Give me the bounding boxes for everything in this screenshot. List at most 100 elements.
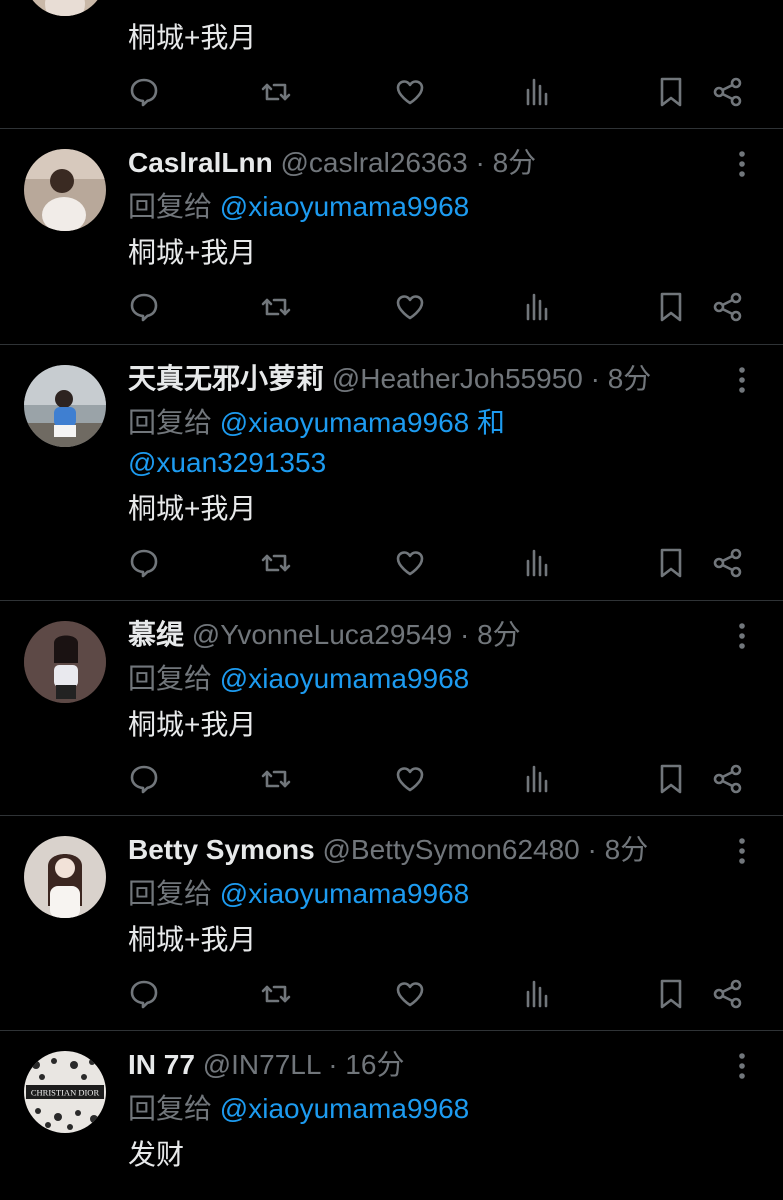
share-icon[interactable] [710, 976, 746, 1012]
reply-icon[interactable] [126, 289, 162, 325]
bookmark-icon[interactable] [653, 289, 689, 325]
action-bar [0, 74, 783, 114]
reply-item[interactable]: CHRISTIAN DIOR IN 77 @IN77LL · 16分 回复给 @… [0, 1031, 783, 1200]
reply-icon[interactable] [126, 976, 162, 1012]
mention-link[interactable]: @xiaoyumama9968 [220, 663, 469, 694]
like-icon[interactable] [392, 74, 428, 110]
retweet-icon[interactable] [258, 545, 294, 581]
bookmark-icon[interactable] [653, 976, 689, 1012]
separator: · [460, 619, 470, 650]
views-icon[interactable] [520, 976, 556, 1012]
display-name[interactable]: CaslralLnn [128, 147, 273, 178]
reply-text: 桐城+我月 [128, 493, 257, 524]
display-name[interactable]: 慕缇 [128, 619, 184, 650]
separator: · [590, 363, 600, 394]
timestamp[interactable]: 8分 [608, 363, 652, 394]
share-icon[interactable] [710, 761, 746, 797]
timestamp[interactable]: 8分 [605, 834, 649, 865]
mention-link[interactable]: @xuan3291353 [128, 447, 326, 478]
like-icon[interactable] [392, 761, 428, 797]
mention-link[interactable]: @xiaoyumama9968 [220, 878, 469, 909]
action-bar [0, 976, 783, 1016]
more-options-icon[interactable] [728, 836, 756, 866]
retweet-icon[interactable] [258, 74, 294, 110]
mention-joiner: 和 [477, 407, 506, 438]
reply-prefix: 回复给 [128, 663, 213, 694]
reply-context: 回复给 @xiaoyumama9968 [128, 187, 728, 227]
avatar[interactable] [24, 149, 106, 231]
retweet-icon[interactable] [258, 976, 294, 1012]
reply-context: 回复给 @xiaoyumama9968 和 @xuan3291353 [128, 403, 728, 483]
retweet-icon[interactable] [258, 761, 294, 797]
action-bar [0, 545, 783, 585]
display-name[interactable]: Betty Symons [128, 834, 315, 865]
more-options-icon[interactable] [728, 149, 756, 179]
action-bar [0, 289, 783, 329]
mention-link[interactable]: @xiaoyumama9968 [220, 1093, 469, 1124]
reply-prefix: 回复给 [128, 191, 213, 222]
like-icon[interactable] [392, 976, 428, 1012]
timestamp[interactable]: 8分 [493, 147, 537, 178]
views-icon[interactable] [520, 289, 556, 325]
more-options-icon[interactable] [728, 365, 756, 395]
retweet-icon[interactable] [258, 289, 294, 325]
reply-header: IN 77 @IN77LL · 16分 [128, 1047, 404, 1083]
share-icon[interactable] [710, 74, 746, 110]
user-handle[interactable]: @caslral26363 [280, 147, 467, 178]
bookmark-icon[interactable] [653, 545, 689, 581]
views-icon[interactable] [520, 545, 556, 581]
views-icon[interactable] [520, 761, 556, 797]
user-handle[interactable]: @IN77LL [203, 1049, 321, 1080]
action-bar [0, 761, 783, 801]
reply-text: 桐城+我月 [128, 237, 257, 268]
timestamp[interactable]: 16分 [345, 1049, 404, 1080]
reply-text: 桐城+我月 [128, 709, 257, 740]
avatar[interactable]: CHRISTIAN DIOR [24, 1051, 106, 1133]
reply-header: CaslralLnn @caslral26363 · 8分 [128, 145, 536, 181]
reply-item[interactable]: 慕缇 @YvonneLuca29549 · 8分 回复给 @xiaoyumama… [0, 601, 783, 815]
reply-item[interactable]: 天真无邪小萝莉 @HeatherJoh55950 · 8分 回复给 @xiaoy… [0, 345, 783, 600]
avatar[interactable] [24, 0, 106, 16]
reply-context: 回复给 @xiaoyumama9968 [128, 1089, 728, 1129]
reply-prefix: 回复给 [128, 1093, 213, 1124]
avatar-logo-text: CHRISTIAN DIOR [31, 1088, 100, 1098]
reply-item-partial[interactable]: 桐城+我月 [0, 0, 783, 128]
share-icon[interactable] [710, 289, 746, 325]
timestamp[interactable]: 8分 [477, 619, 521, 650]
share-icon[interactable] [710, 545, 746, 581]
display-name[interactable]: 天真无邪小萝莉 [128, 363, 324, 394]
mention-link[interactable]: @xiaoyumama9968 [220, 407, 469, 438]
reply-text: 桐城+我月 [128, 22, 257, 53]
avatar[interactable] [24, 836, 106, 918]
separator: · [475, 147, 485, 178]
reply-prefix: 回复给 [128, 407, 213, 438]
like-icon[interactable] [392, 289, 428, 325]
mention-link[interactable]: @xiaoyumama9968 [220, 191, 469, 222]
separator: · [328, 1049, 338, 1080]
more-options-icon[interactable] [728, 621, 756, 651]
views-icon[interactable] [520, 74, 556, 110]
avatar[interactable] [24, 621, 106, 703]
reply-header: 慕缇 @YvonneLuca29549 · 8分 [128, 617, 521, 653]
avatar[interactable] [24, 365, 106, 447]
display-name[interactable]: IN 77 [128, 1049, 195, 1080]
user-handle[interactable]: @BettySymon62480 [323, 834, 580, 865]
reply-text: 发财 [128, 1139, 185, 1170]
reply-header: Betty Symons @BettySymon62480 · 8分 [128, 832, 648, 868]
reply-context: 回复给 @xiaoyumama9968 [128, 874, 728, 914]
user-handle[interactable]: @YvonneLuca29549 [192, 619, 452, 650]
reply-prefix: 回复给 [128, 878, 213, 909]
reply-item[interactable]: Betty Symons @BettySymon62480 · 8分 回复给 @… [0, 816, 783, 1030]
bookmark-icon[interactable] [653, 74, 689, 110]
like-icon[interactable] [392, 545, 428, 581]
more-options-icon[interactable] [728, 1051, 756, 1081]
user-handle[interactable]: @HeatherJoh55950 [332, 363, 583, 394]
reply-item[interactable]: CaslralLnn @caslral26363 · 8分 回复给 @xiaoy… [0, 129, 783, 344]
bookmark-icon[interactable] [653, 761, 689, 797]
reply-text: 桐城+我月 [128, 924, 257, 955]
separator: · [587, 834, 597, 865]
reply-icon[interactable] [126, 74, 162, 110]
reply-icon[interactable] [126, 545, 162, 581]
reply-icon[interactable] [126, 761, 162, 797]
reply-context: 回复给 @xiaoyumama9968 [128, 659, 728, 699]
